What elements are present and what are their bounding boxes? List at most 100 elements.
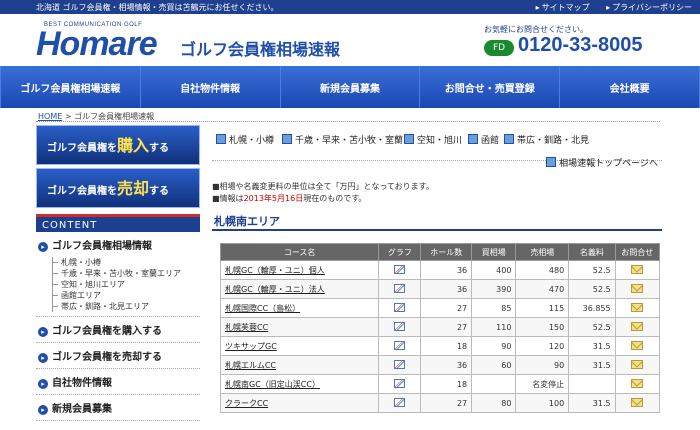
course-name-link[interactable]: クラークCC (219, 393, 380, 413)
graph-icon[interactable] (394, 378, 406, 388)
buy-banner-emphasis: 購入 (117, 136, 150, 155)
table-row: 札幌南GC（旧定山渓CC） 18 名変停止 (219, 374, 661, 394)
market-top-link[interactable]: 相場速報トップページへ (546, 156, 658, 169)
course-name-link[interactable]: 札幌南GC（旧定山渓CC） (219, 374, 380, 394)
sitemap-link[interactable]: サイトマップ (536, 3, 590, 12)
sub-item-hakodate[interactable]: 函館エリア (53, 290, 200, 301)
side-menu-item: 新規会員募集 (36, 395, 200, 421)
mail-icon[interactable] (631, 359, 644, 369)
mail-icon[interactable] (631, 264, 644, 274)
freedial-icon: FD (484, 40, 514, 56)
top-strip: 北海道 ゴルフ会員権・相場情報・売買は苫鶴元にお任せください。 サイトマップ プ… (0, 0, 700, 14)
side-menu-item: ゴルフ会員権を購入する (36, 317, 200, 343)
mail-icon[interactable] (631, 283, 644, 293)
area-link-obihiro[interactable]: 帯広・釧路・北見 (504, 133, 589, 146)
privacy-policy-link[interactable]: プライバシーポリシー (606, 3, 692, 12)
holes-cell: 18 (420, 336, 473, 356)
sell-price-cell: 90 (515, 355, 570, 375)
side-link-buy[interactable]: ゴルフ会員権を購入する (36, 317, 200, 342)
graph-cell (378, 355, 422, 375)
side-link-market-info[interactable]: ゴルフ会員権相場情報 (36, 232, 200, 257)
note-date-value: 2013年5月16日 (243, 194, 304, 203)
graph-icon[interactable] (394, 283, 406, 293)
side-menu: ゴルフ会員権相場情報 札幌・小樽 千歳・早来・苫小牧・室蘭エリア 空知・旭川エリ… (36, 232, 200, 421)
fee-cell: 52.5 (568, 279, 616, 299)
graph-icon[interactable] (394, 359, 406, 369)
sell-price-cell: 120 (515, 336, 570, 356)
course-name-link[interactable]: ツキサップGC (219, 336, 380, 356)
note-date-prefix: ■情報は (212, 194, 244, 203)
area-link-sorachi[interactable]: 空知・旭川 (404, 133, 462, 146)
graph-cell (378, 317, 422, 337)
fee-cell: 31.5 (568, 336, 616, 356)
side-menu-item: 自社物件情報 (36, 369, 200, 395)
buy-banner[interactable]: ゴルフ会員権を購入する (36, 125, 200, 165)
holes-cell: 36 (420, 279, 473, 299)
course-name-link[interactable]: 札幌GC（輪厚・ユニ）法人 (219, 279, 380, 299)
course-name-link[interactable]: 札幌国際CC（島松） (219, 298, 380, 318)
col-course: コース名 (219, 243, 380, 261)
mail-icon[interactable] (631, 340, 644, 350)
side-link-own-listings[interactable]: 自社物件情報 (36, 369, 200, 394)
nav-own-listings[interactable]: 自社物件情報 (141, 66, 281, 108)
nav-contact[interactable]: お問合せ・売買登録 (420, 66, 561, 108)
buy-price-cell: 90 (471, 336, 517, 356)
holes-cell: 36 (420, 260, 473, 280)
note-date-suffix: 現在のものです。 (303, 194, 367, 203)
graph-icon[interactable] (394, 302, 406, 312)
inquiry-cell (614, 336, 661, 356)
graph-icon[interactable] (394, 397, 406, 407)
mail-icon[interactable] (631, 302, 644, 312)
holes-cell: 36 (420, 355, 473, 375)
holes-cell: 27 (420, 298, 473, 318)
sub-item-sorachi[interactable]: 空知・旭川エリア (53, 279, 200, 290)
col-inquiry: お問合せ (614, 243, 661, 261)
top-links: サイトマップ プライバシーポリシー (522, 2, 692, 13)
col-buy: 買相場 (471, 243, 517, 261)
nav-market-report[interactable]: ゴルフ会員権相場速報 (0, 66, 141, 108)
holes-cell: 18 (420, 374, 473, 394)
graph-cell (378, 374, 422, 394)
inquiry-cell (614, 298, 661, 318)
buy-price-cell: 110 (471, 317, 517, 337)
global-nav: ゴルフ会員権相場速報 自社物件情報 新規会員募集 お問合せ・売買登録 会社概要 (0, 66, 700, 108)
phone-number[interactable]: 0120-33-8005 (518, 34, 643, 57)
nav-new-members[interactable]: 新規会員募集 (281, 66, 421, 108)
buy-price-cell: 390 (471, 279, 517, 299)
side-submenu: 札幌・小樽 千歳・早来・苫小牧・室蘭エリア 空知・旭川エリア 函館エリア 帯広・… (52, 257, 200, 312)
fee-cell: 31.5 (568, 355, 616, 375)
breadcrumb-home[interactable]: HOME (38, 112, 62, 121)
sell-price-cell: 480 (515, 260, 570, 280)
nav-company[interactable]: 会社概要 (560, 66, 700, 108)
sub-item-obihiro[interactable]: 帯広・釧路・北見エリア (53, 301, 200, 312)
graph-icon[interactable] (394, 321, 406, 331)
sub-item-chitose[interactable]: 千歳・早来・苫小牧・室蘭エリア (53, 268, 200, 279)
sell-price-cell: 100 (515, 393, 570, 413)
course-name-link[interactable]: 札幌GC（輪厚・ユニ）個人 (219, 260, 380, 280)
graph-icon[interactable] (394, 264, 406, 274)
graph-cell (378, 298, 422, 318)
sell-banner[interactable]: ゴルフ会員権を売却する (36, 168, 200, 208)
course-name-link[interactable]: 札幌芙蓉CC (219, 317, 380, 337)
sell-price-cell: 470 (515, 279, 570, 299)
graph-icon[interactable] (394, 340, 406, 350)
site-header: BEST COMMUNICATION GOLF Homare ゴルフ会員権相場速… (0, 14, 700, 66)
sub-item-sapporo-otaru[interactable]: 札幌・小樽 (53, 257, 200, 268)
side-link-new-members[interactable]: 新規会員募集 (36, 395, 200, 420)
mail-icon[interactable] (631, 378, 644, 388)
course-name-link[interactable]: 札幌エルムCC (219, 355, 380, 375)
side-link-sell[interactable]: ゴルフ会員権を売却する (36, 343, 200, 368)
mail-icon[interactable] (631, 397, 644, 407)
area-link-hakodate[interactable]: 函館 (468, 133, 499, 146)
note-date: ■情報は2013年5月16日現在のものです。 (212, 193, 434, 205)
area-link-sapporo[interactable]: 札幌・小樽 (216, 133, 274, 146)
buy-price-cell (471, 374, 517, 394)
table-header-row: コース名 グラフ ホール数 買相場 売相場 名義料 お問合せ (219, 243, 661, 261)
mail-icon[interactable] (631, 321, 644, 331)
area-link-chitose[interactable]: 千歳・早来・苫小牧・室蘭 (282, 133, 403, 146)
tagline: 北海道 ゴルフ会員権・相場情報・売買は苫鶴元にお任せください。 (36, 3, 279, 12)
main-content: 札幌・小樽 千歳・早来・苫小牧・室蘭 空知・旭川 函館 帯広・釧路・北見 相場速… (212, 125, 662, 413)
col-fee: 名義料 (568, 243, 616, 261)
content-header: CONTENT (36, 214, 200, 232)
site-logo[interactable]: Homare (36, 26, 158, 62)
